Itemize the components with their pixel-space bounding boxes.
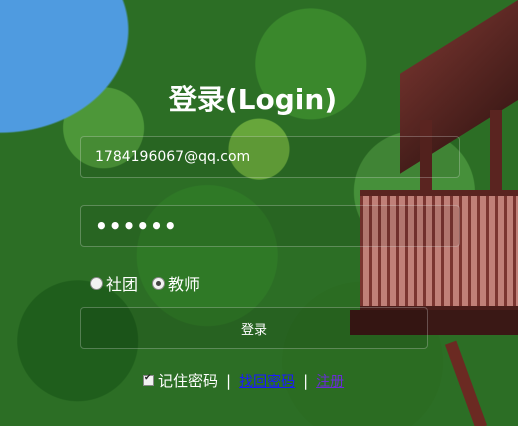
remember-password-checkbox[interactable] bbox=[143, 373, 154, 386]
radio-teacher-button[interactable] bbox=[152, 276, 166, 290]
sky-background bbox=[0, 0, 150, 150]
radio-club-button[interactable] bbox=[90, 276, 103, 290]
login-footer: 记住密码 | 找回密码 | 注册 bbox=[143, 370, 344, 391]
radio-teacher[interactable]: 教师 bbox=[152, 271, 200, 295]
radio-club-label: 社团 bbox=[106, 275, 139, 294]
separator: | bbox=[303, 371, 309, 390]
remember-password-label: 记住密码 bbox=[158, 372, 219, 390]
login-button[interactable]: 登录 bbox=[80, 307, 428, 349]
radio-club[interactable]: 社团 bbox=[90, 271, 138, 295]
login-title: 登录(Login) bbox=[168, 83, 338, 116]
role-radio-group: 社团 教师 bbox=[90, 271, 214, 295]
pavilion-post bbox=[490, 110, 502, 190]
radio-teacher-label: 教师 bbox=[168, 275, 201, 294]
separator: | bbox=[226, 371, 232, 390]
password-input[interactable]: •••••• bbox=[80, 205, 460, 247]
email-input-value: 1784196067@qq.com bbox=[95, 149, 251, 165]
password-input-value: •••••• bbox=[95, 214, 178, 238]
register-link[interactable]: 注册 bbox=[316, 371, 344, 391]
email-input[interactable]: 1784196067@qq.com bbox=[80, 136, 460, 178]
forgot-password-link[interactable]: 找回密码 bbox=[239, 371, 295, 391]
